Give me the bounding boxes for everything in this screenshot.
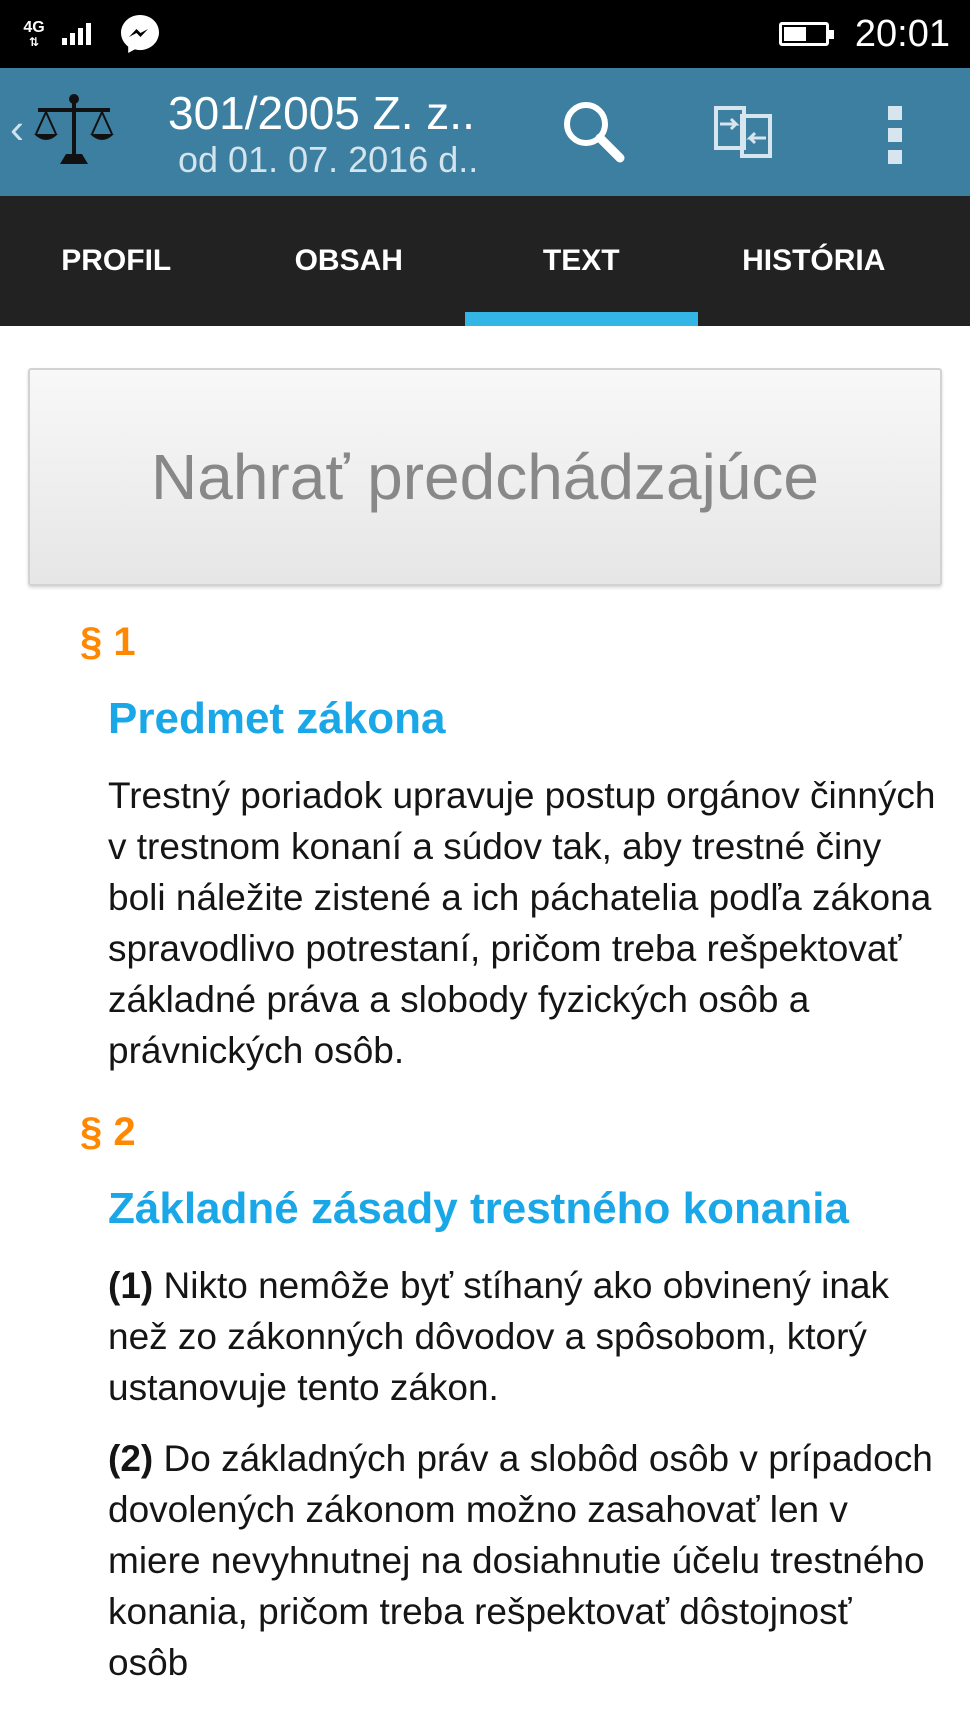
status-right: 20:01: [778, 10, 950, 58]
paragraph-text: Nikto nemôže byť stíhaný ako obvinený in…: [108, 1265, 890, 1408]
tab-historia[interactable]: HISTÓRIA: [698, 196, 931, 326]
paragraph: (1) Nikto nemôže byť stíhaný ako obvinen…: [108, 1260, 940, 1413]
overflow-menu-icon[interactable]: [880, 104, 910, 166]
section-number: § 1: [80, 620, 136, 664]
section-title: Predmet zákona: [108, 694, 446, 743]
paragraph: (2) Do základných práv a slobôd osôb v p…: [108, 1433, 940, 1688]
signal-bars-icon: [62, 23, 94, 45]
document-title: 301/2005 Z. z..: [168, 87, 475, 139]
paragraph: Trestný poriadok upravuje postup orgánov…: [108, 775, 936, 1071]
messenger-icon: [121, 15, 159, 53]
scales-of-justice-icon[interactable]: [32, 90, 116, 170]
document-subtitle: od 01. 07. 2016 d..: [178, 139, 479, 180]
tab-profil[interactable]: PROFIL: [0, 196, 233, 326]
paragraph-number: (1): [108, 1265, 154, 1306]
law-text-content: § 1 Predmet zákona Trestný poriadok upra…: [0, 610, 970, 1688]
tab-text[interactable]: TEXT: [465, 196, 698, 326]
section-title: Základné zásady trestného konania: [108, 1184, 849, 1233]
status-left: 4G ⇅: [20, 12, 162, 56]
app-bar: ‹ 301/2005 Z. z.. od 01. 07. 2016 d..: [0, 68, 970, 196]
paragraph-text: Do základných práv a slobôd osôb v prípa…: [108, 1438, 933, 1683]
tab-bar: PROFIL OBSAH TEXT HISTÓRIA: [0, 196, 970, 326]
back-chevron-icon[interactable]: ‹: [10, 108, 24, 150]
clock: 20:01: [854, 12, 950, 55]
compare-icon[interactable]: [712, 104, 774, 160]
paragraph-number: (2): [108, 1438, 154, 1479]
network-type: 4G: [23, 19, 45, 36]
battery-icon: [778, 22, 834, 46]
network-type-label: 4G ⇅: [23, 19, 45, 49]
load-previous-button[interactable]: Nahrať predchádzajúce: [28, 368, 942, 586]
section-number: § 2: [80, 1110, 136, 1154]
title-block[interactable]: 301/2005 Z. z.. od 01. 07. 2016 d..: [168, 86, 498, 180]
status-bar: 4G ⇅ 20:01: [0, 0, 970, 68]
tab-obsah[interactable]: OBSAH: [233, 196, 466, 326]
search-icon[interactable]: [558, 96, 628, 166]
